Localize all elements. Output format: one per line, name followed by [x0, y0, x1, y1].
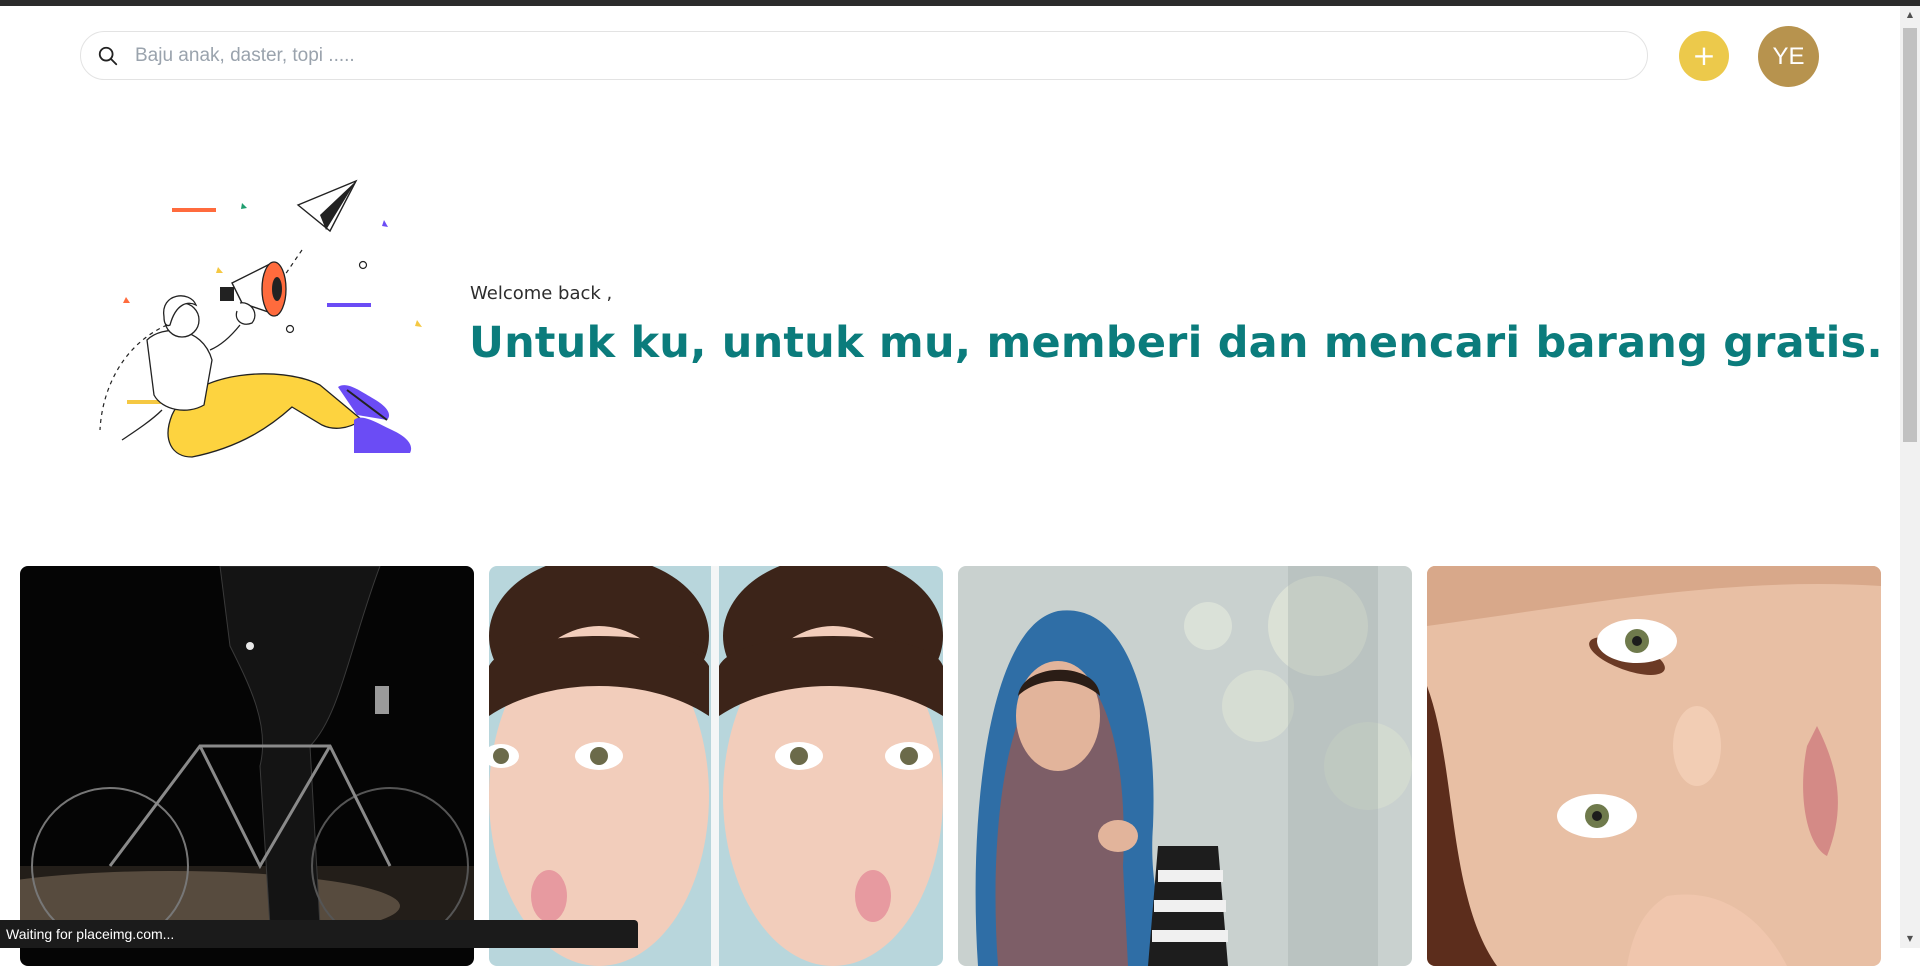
product-card[interactable]	[1427, 566, 1881, 966]
paper-plane-icon	[296, 179, 358, 233]
product-image	[1427, 566, 1881, 966]
scroll-up-arrow-icon[interactable]: ▲	[1900, 6, 1920, 24]
scrollbar-thumb[interactable]	[1903, 28, 1917, 442]
browser-status-bar: Waiting for placeimg.com...	[0, 920, 638, 948]
browser-top-strip	[0, 0, 1920, 6]
add-item-button[interactable]: +	[1679, 31, 1729, 81]
product-image	[958, 566, 1412, 966]
avatar-initials: YE	[1772, 42, 1805, 70]
search-input[interactable]	[133, 34, 1617, 77]
product-card[interactable]	[958, 566, 1412, 966]
search-icon	[98, 46, 118, 65]
welcome-text: Welcome back ,	[470, 283, 613, 304]
user-avatar[interactable]: YE	[1758, 26, 1819, 87]
product-card[interactable]	[489, 566, 943, 966]
product-card[interactable]	[20, 566, 474, 966]
product-image	[489, 566, 943, 966]
page-scrollbar[interactable]: ▲ ▼	[1900, 6, 1920, 948]
hero-headline: Untuk ku, untuk mu, memberi dan mencari …	[469, 318, 1883, 368]
megaphone-illustration	[99, 179, 422, 458]
scroll-down-arrow-icon[interactable]: ▼	[1900, 930, 1920, 948]
product-image	[20, 566, 474, 966]
search-bar[interactable]	[80, 31, 1648, 80]
